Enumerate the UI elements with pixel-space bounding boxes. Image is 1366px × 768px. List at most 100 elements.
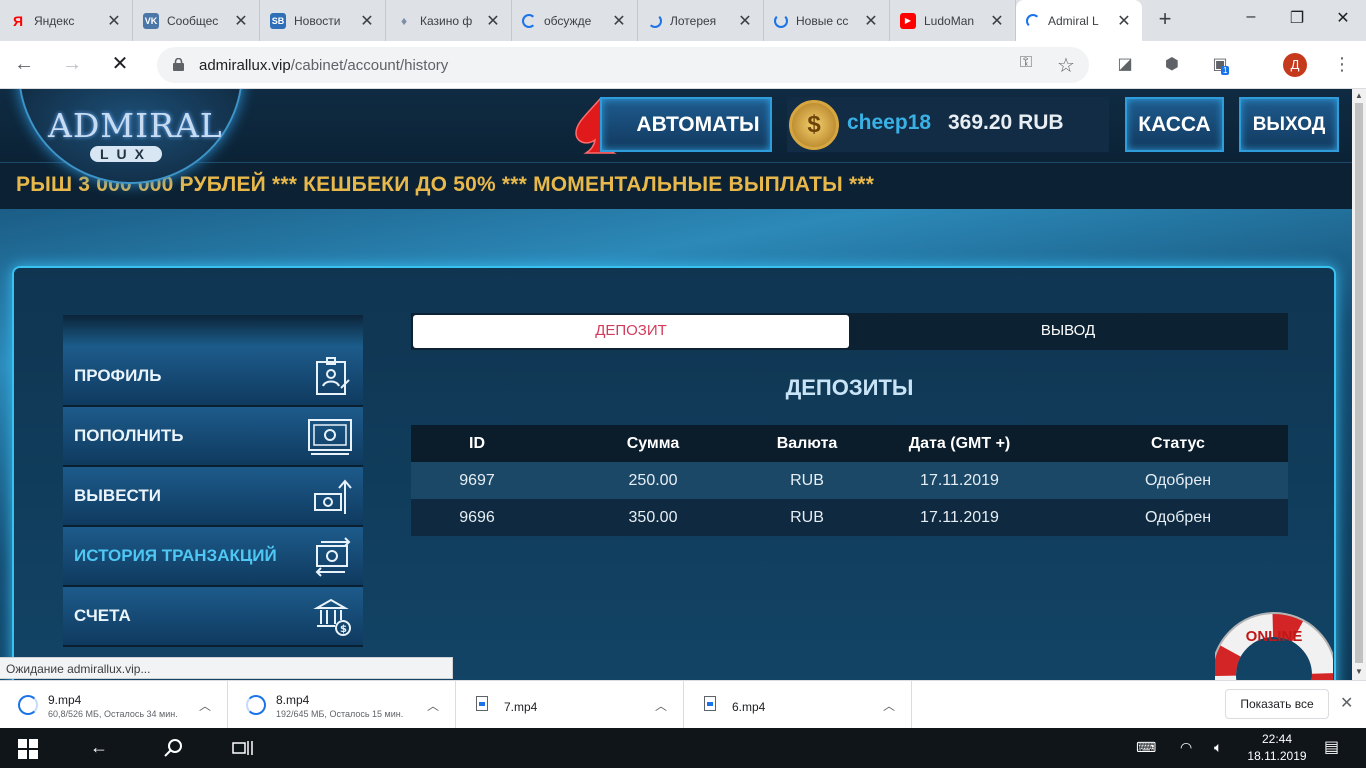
tab-title: Яндекс xyxy=(34,13,75,28)
stop-loading-icon[interactable]: ✕ xyxy=(108,53,132,77)
table-cell: RUB xyxy=(790,508,824,526)
forward-arrow-icon[interactable]: → xyxy=(60,53,84,77)
download-item[interactable]: 7.mp4 ︿ xyxy=(456,681,684,729)
table-cell: 9697 xyxy=(459,471,495,489)
tab-title: Admiral L xyxy=(1048,13,1099,28)
username[interactable]: cheep18 xyxy=(847,111,931,135)
tab-deposit[interactable]: ДЕПОЗИТ xyxy=(413,315,849,348)
online-support-icon[interactable]: ONLINE xyxy=(1215,611,1333,680)
close-icon[interactable]: ✕ xyxy=(1340,693,1353,713)
user-box: $ cheep18 369.20 RUB xyxy=(787,97,1109,152)
chevron-up-icon[interactable]: ︿ xyxy=(655,697,667,714)
menu-dots-icon[interactable]: ⋮ xyxy=(1331,54,1353,76)
menu-item-transaction-history[interactable]: ИСТОРИЯ ТРАНЗАКЦИЙ xyxy=(63,527,363,587)
tab-new[interactable]: Новые сс ✕ xyxy=(764,0,890,41)
menu-item-withdraw[interactable]: ВЫВЕСТИ xyxy=(63,467,363,527)
close-icon[interactable]: ✕ xyxy=(611,11,627,31)
menu-item-accounts[interactable]: СЧЕТА $ xyxy=(63,587,363,647)
download-item[interactable]: 6.mp4 ︿ xyxy=(684,681,912,729)
address-bar[interactable]: admirallux.vip/cabinet/account/history ⚿… xyxy=(157,47,1089,83)
box-extension-icon[interactable]: ▣ 1 xyxy=(1209,54,1231,76)
scroll-down-icon[interactable]: ▼ xyxy=(1355,667,1363,676)
wifi-icon[interactable]: ◠ xyxy=(1180,739,1192,756)
clock-time: 22:44 xyxy=(1261,732,1293,746)
tab-admiral[interactable]: Admiral L ✕ xyxy=(1016,0,1142,41)
sb-icon: SB xyxy=(270,12,286,29)
task-view-icon[interactable] xyxy=(232,739,254,757)
news-ticker: РЫШ 3 000 000 РУБЛЕЙ *** КЕШБЕКИ ДО 50% … xyxy=(0,162,1352,209)
yandex-icon: Я xyxy=(12,12,24,29)
shield-icon[interactable]: ⬢ xyxy=(1161,54,1183,76)
restore-icon[interactable]: ❐ xyxy=(1284,8,1310,32)
slots-button[interactable]: АВТОМАТЫ xyxy=(600,97,772,152)
close-icon[interactable]: ✕ xyxy=(863,11,879,31)
close-icon[interactable]: ✕ xyxy=(359,11,375,31)
avatar[interactable]: Д xyxy=(1283,53,1307,77)
close-icon[interactable]: ✕ xyxy=(233,11,249,31)
menu-item-label: ИСТОРИЯ ТРАНЗАКЦИЙ xyxy=(74,546,277,565)
tab-discussion[interactable]: обсужде ✕ xyxy=(512,0,638,41)
download-item[interactable]: 9.mp4 60,8/526 МБ, Осталось 34 мин. ︿ xyxy=(0,681,228,729)
notifications-icon[interactable]: ▤ xyxy=(1324,737,1339,757)
key-icon[interactable]: ⚿ xyxy=(1015,54,1037,76)
bulb-icon: ♦ xyxy=(400,13,408,28)
banknotes-icon xyxy=(308,419,352,455)
downloads-bar: 9.mp4 60,8/526 МБ, Осталось 34 мин. ︿ 8.… xyxy=(0,680,1366,729)
download-progress-icon xyxy=(18,695,38,715)
withdraw-icon xyxy=(314,479,352,514)
page-scrollbar[interactable]: ▲ ▼ xyxy=(1352,89,1366,680)
download-item[interactable]: 8.mp4 192/645 МБ, Осталось 15 мин. ︿ xyxy=(228,681,456,729)
close-icon[interactable]: ✕ xyxy=(989,11,1005,31)
balance: 369.20 RUB xyxy=(948,111,1064,134)
taskbar-clock[interactable]: 22:44 18.11.2019 xyxy=(1247,731,1307,765)
logout-button[interactable]: ВЫХОД xyxy=(1239,97,1339,152)
clock-date: 18.11.2019 xyxy=(1247,749,1307,763)
cashier-button[interactable]: КАССА xyxy=(1125,97,1224,152)
column-header: Дата (GMT +) xyxy=(908,434,1011,452)
search-icon[interactable] xyxy=(164,738,184,758)
new-tab-button[interactable]: + xyxy=(1153,8,1177,32)
tab-title: Сообщес xyxy=(167,13,219,28)
download-status: 60,8/526 МБ, Осталось 34 мин. xyxy=(48,709,178,719)
tab-youtube[interactable]: ▶ LudoMan ✕ xyxy=(890,0,1016,41)
menu-item-deposit[interactable]: ПОПОЛНИТЬ xyxy=(63,407,363,467)
transaction-history-icon xyxy=(315,537,351,577)
tab-news[interactable]: SB Новости ✕ xyxy=(260,0,386,41)
close-icon[interactable]: ✕ xyxy=(106,11,122,31)
loading-spinner-icon xyxy=(774,13,788,28)
download-name: 6.mp4 xyxy=(732,700,766,714)
close-icon[interactable]: ✕ xyxy=(485,11,501,31)
window-close-icon[interactable]: ✕ xyxy=(1330,8,1356,32)
volume-icon[interactable]: 🔈︎ xyxy=(1214,739,1222,756)
close-icon[interactable]: ✕ xyxy=(1116,11,1132,31)
tab-withdraw[interactable]: ВЫВОД xyxy=(850,315,1286,348)
back-arrow-icon[interactable]: ← xyxy=(90,737,108,758)
close-icon[interactable]: ✕ xyxy=(737,11,753,31)
back-arrow-icon[interactable]: ← xyxy=(12,53,36,77)
menu-item-profile[interactable]: ПРОФИЛЬ xyxy=(63,347,363,407)
profile-card-icon xyxy=(316,357,350,395)
menu-item-label: ВЫВЕСТИ xyxy=(74,486,161,505)
cabinet-menu: ПРОФИЛЬ ПОПОЛНИТЬ ВЫВЕСТИ ИСТОРИЯ ТРАНЗА… xyxy=(63,315,363,647)
star-icon[interactable]: ☆ xyxy=(1055,53,1077,77)
chevron-up-icon[interactable]: ︿ xyxy=(199,697,211,714)
table-cell: Одобрен xyxy=(1144,471,1212,489)
table-cell: 17.11.2019 xyxy=(920,471,999,489)
tab-yandex[interactable]: Я Яндекс ✕ xyxy=(0,0,133,41)
tab-casino[interactable]: ♦ Казино ф ✕ xyxy=(386,0,512,41)
tab-lottery[interactable]: Лотерея ✕ xyxy=(638,0,764,41)
extension-icon[interactable]: ◪ xyxy=(1114,54,1136,76)
network-icon[interactable]: ⌨ xyxy=(1136,739,1156,756)
deposits-table: ID Сумма Валюта Дата (GMT +) Статус 9697… xyxy=(411,425,1288,536)
show-all-downloads-button[interactable]: Показать все xyxy=(1225,689,1329,719)
windows-start-icon[interactable] xyxy=(18,739,38,759)
minimize-icon[interactable]: – xyxy=(1238,8,1264,32)
tab-vk[interactable]: VK Сообщес ✕ xyxy=(133,0,260,41)
menu-item-label: ПОПОЛНИТЬ xyxy=(74,426,184,445)
chevron-up-icon[interactable]: ︿ xyxy=(427,697,439,714)
scroll-thumb[interactable] xyxy=(1355,103,1363,663)
download-name: 7.mp4 xyxy=(504,700,538,714)
tab-title: Казино ф xyxy=(420,13,473,28)
chevron-up-icon[interactable]: ︿ xyxy=(883,697,895,714)
scroll-up-icon[interactable]: ▲ xyxy=(1355,91,1363,100)
